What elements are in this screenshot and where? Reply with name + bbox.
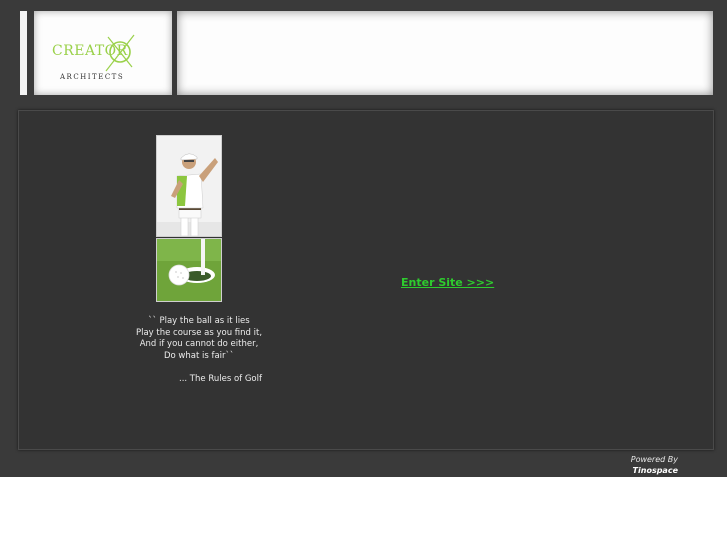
quote-line: And if you cannot do either, (139, 339, 259, 349)
quote-line: Play the course as you find it, (135, 327, 263, 338)
main-panel (18, 110, 714, 450)
header-left-strip (20, 11, 27, 95)
enter-site-link[interactable]: Enter Site >>> (401, 276, 494, 289)
quote-line: Do what is fair`` (163, 350, 235, 361)
page: CREATOR ARCHITECTS `` Play the ball as i… (0, 0, 727, 545)
golf-ball-photo (156, 238, 222, 302)
golf-quote: `` Play the ball as it lies Play the cou… (120, 316, 278, 362)
circle-cross-icon (105, 34, 135, 72)
quote-source: ... The Rules of Golf (179, 374, 262, 384)
tinospace-link[interactable]: Tinospace (612, 466, 678, 475)
logo-subtitle: ARCHITECTS (60, 73, 125, 81)
powered-by-label: Powered By (630, 455, 678, 464)
header-banner (177, 11, 713, 95)
golfer-photo (156, 135, 222, 237)
quote-line: `` Play the ball as it lies (148, 316, 250, 326)
creator-architects-logo[interactable]: CREATOR ARCHITECTS (52, 33, 152, 85)
